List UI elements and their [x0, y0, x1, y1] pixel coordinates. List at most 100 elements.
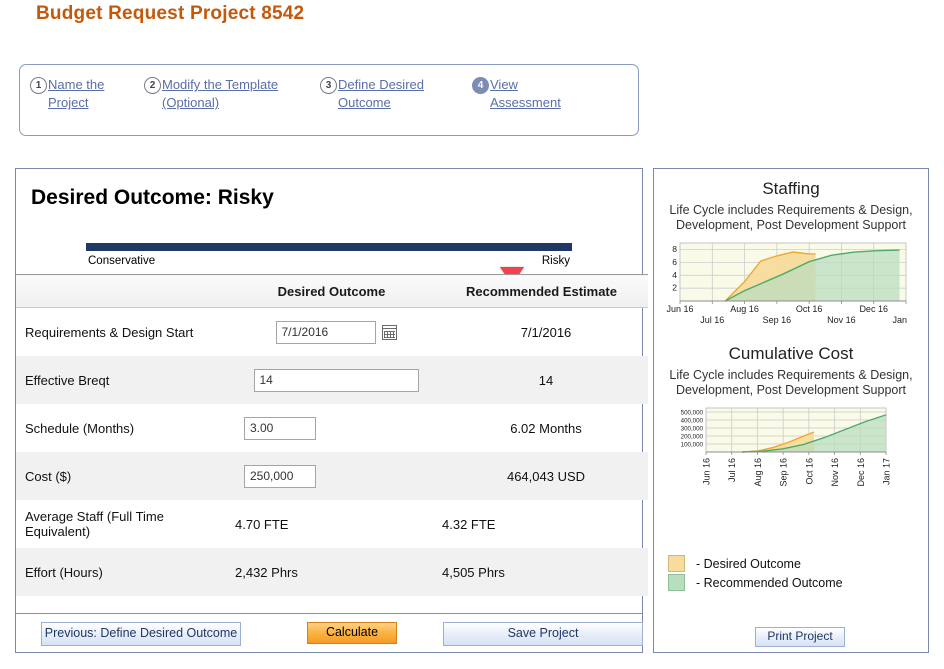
- charts-panel: Staffing Life Cycle includes Requirement…: [653, 168, 929, 653]
- row-recommended-value: 7/1/2016: [520, 324, 572, 340]
- assessment-panel: Desired Outcome: Risky Conservative Risk…: [15, 168, 648, 654]
- row-recommended-value: 6.02 Months: [510, 420, 582, 436]
- column-header-blank: [16, 274, 228, 308]
- svg-text:Nov 16: Nov 16: [827, 315, 856, 325]
- gauge-label-conservative: Conservative: [88, 255, 156, 267]
- staffing-chart-subtitle: Life Cycle includes Requirements & Desig…: [669, 203, 913, 232]
- legend-swatch-recommended: [668, 574, 685, 591]
- legend-swatch-desired: [668, 555, 685, 572]
- page-heading: Desired Outcome: Risky: [31, 186, 274, 209]
- wizard-step-define-desired-outcome[interactable]: 3 Define Desired Outcome: [320, 76, 450, 112]
- wizard-step-name-the-project[interactable]: 1 Name the Project: [30, 76, 140, 112]
- staffing-chart: 2 4 6 8 Jun 16 Jul 16 Aug 16 Sep 16 Oct 16 Nov 16…: [654, 239, 928, 330]
- column-header-desired-outcome: Desired Outcome: [228, 274, 435, 308]
- legend-item-recommended-outcome: - Recommended Outcome: [668, 573, 843, 592]
- step-number-4: 4: [472, 77, 489, 94]
- gauge-track[interactable]: [86, 243, 572, 251]
- row-label: Cost ($): [16, 452, 228, 500]
- svg-text:500,000: 500,000: [681, 410, 704, 417]
- cost-chart-subtitle: Life Cycle includes Requirements & Desig…: [669, 368, 913, 397]
- wizard-step-label[interactable]: Modify the Template (Optional): [162, 76, 304, 112]
- cost-chart-svg: 100,000200,000300,000400,000500,000 Jun 1…: [681, 407, 892, 487]
- chart-legend: - Desired Outcome - Recommended Outcome: [668, 554, 843, 592]
- svg-text:400,000: 400,000: [681, 418, 704, 425]
- row-label: Effective Breqt: [16, 356, 228, 404]
- svg-text:6: 6: [672, 257, 677, 267]
- svg-text:Aug 16: Aug 16: [753, 458, 763, 487]
- step-number-2: 2: [144, 77, 161, 94]
- row-desired-value: 2,432 Phrs: [228, 548, 435, 596]
- row-recommended-value: 464,043 USD: [435, 452, 648, 500]
- calculate-button[interactable]: Calculate: [307, 622, 397, 644]
- page-title: Budget Request Project 8542: [36, 3, 305, 24]
- row-label: Requirements & Design Start: [25, 324, 194, 340]
- print-project-button[interactable]: Print Project: [755, 627, 845, 647]
- svg-text:200,000: 200,000: [681, 434, 704, 441]
- risk-gauge[interactable]: Conservative Risky: [76, 217, 576, 286]
- table-row-schedule-months: Schedule (Months) 6.02 Months: [16, 404, 648, 452]
- svg-text:Sep 16: Sep 16: [763, 315, 792, 325]
- step-number-3: 3: [320, 77, 337, 94]
- svg-text:Nov 16: Nov 16: [830, 458, 840, 487]
- cost-chart-title: Cumulative Cost: [728, 344, 854, 363]
- wizard-step-bar: 1 Name the Project 2 Modify the Template…: [19, 64, 639, 136]
- staffing-chart-svg: 2 4 6 8 Jun 16 Jul 16 Aug 16 Sep 16 Oct 16 Nov 16…: [666, 242, 920, 325]
- svg-text:Dec 16: Dec 16: [859, 304, 888, 314]
- svg-text:8: 8: [672, 244, 677, 254]
- svg-text:Jan 17: Jan 17: [882, 458, 891, 485]
- svg-text:Dec 16: Dec 16: [856, 458, 866, 487]
- table-header-row: Desired Outcome Recommended Estimate: [16, 274, 648, 308]
- wizard-step-label[interactable]: Define Desired Outcome: [338, 76, 443, 112]
- table-row-cost: Cost ($) 464,043 USD: [16, 452, 648, 500]
- wizard-step-modify-the-template[interactable]: 2 Modify the Template (Optional): [144, 76, 309, 112]
- svg-text:300,000: 300,000: [681, 426, 704, 433]
- table-row-effort-hours: Effort (Hours) 2,432 Phrs 4,505 Phrs: [16, 548, 648, 596]
- svg-text:Jul 16: Jul 16: [727, 458, 737, 482]
- cost-input[interactable]: [244, 464, 316, 488]
- staffing-chart-title: Staffing: [762, 179, 820, 198]
- svg-text:100,000: 100,000: [681, 442, 704, 449]
- save-project-button[interactable]: Save Project: [443, 622, 643, 646]
- legend-label: - Recommended Outcome: [696, 575, 843, 590]
- svg-text:Jun 16: Jun 16: [702, 458, 712, 485]
- row-label: Effort (Hours): [16, 548, 228, 596]
- table-row-effective-breqt: Effective Breqt 14: [16, 356, 648, 404]
- svg-text:Jan 17: Jan 17: [892, 315, 910, 325]
- table-row-requirements-design-start: Requirements & Design Start 7/1/2016: [16, 308, 648, 357]
- svg-text:2: 2: [672, 283, 677, 293]
- column-header-recommended-estimate: Recommended Estimate: [435, 274, 648, 308]
- svg-text:Oct 16: Oct 16: [796, 304, 823, 314]
- svg-text:4: 4: [672, 270, 677, 280]
- row-desired-value: [228, 308, 435, 357]
- main-button-row: Previous: Define Desired Outcome Calcula…: [16, 613, 643, 654]
- gauge-label-risky: Risky: [541, 255, 570, 267]
- svg-text:Oct 16: Oct 16: [804, 458, 814, 485]
- previous-define-desired-outcome-button[interactable]: Previous: Define Desired Outcome: [41, 622, 241, 646]
- wizard-step-label[interactable]: Name the Project: [48, 76, 130, 112]
- row-recommended-value: 4.32 FTE: [442, 516, 496, 532]
- row-label: Average Staff (Full Time Equivalent): [25, 509, 164, 539]
- svg-text:Jun 16: Jun 16: [666, 304, 693, 314]
- row-desired-value: [228, 452, 435, 500]
- table-row-average-staff: Average Staff (Full Time Equivalent) 4.7…: [16, 500, 648, 548]
- legend-item-desired-outcome: - Desired Outcome: [668, 554, 843, 573]
- row-desired-value: [228, 404, 435, 452]
- row-desired-value: [228, 356, 435, 404]
- requirements-design-start-input[interactable]: [275, 320, 376, 344]
- row-recommended-value: 4,505 Phrs: [435, 548, 648, 596]
- schedule-months-input[interactable]: [244, 416, 316, 440]
- svg-text:Aug 16: Aug 16: [730, 304, 759, 314]
- wizard-step-view-assessment[interactable]: 4 View Assessment: [472, 76, 582, 112]
- svg-text:Jul 16: Jul 16: [700, 315, 724, 325]
- effective-breqt-input[interactable]: [253, 368, 419, 392]
- calendar-icon[interactable]: [381, 324, 397, 340]
- cumulative-cost-chart: 100,000 200,000 300,000 400,000 500,000 Jun 1…: [654, 404, 928, 499]
- svg-text:Sep 16: Sep 16: [779, 458, 789, 487]
- row-label: Schedule (Months): [25, 420, 135, 436]
- legend-label: - Desired Outcome: [696, 556, 801, 571]
- row-desired-value: 4.70 FTE: [235, 516, 289, 532]
- wizard-step-label[interactable]: View Assessment: [490, 76, 562, 112]
- row-recommended-value: 14: [435, 356, 648, 404]
- step-number-1: 1: [30, 77, 47, 94]
- outcome-table: Desired Outcome Recommended Estimate Req…: [16, 274, 648, 596]
